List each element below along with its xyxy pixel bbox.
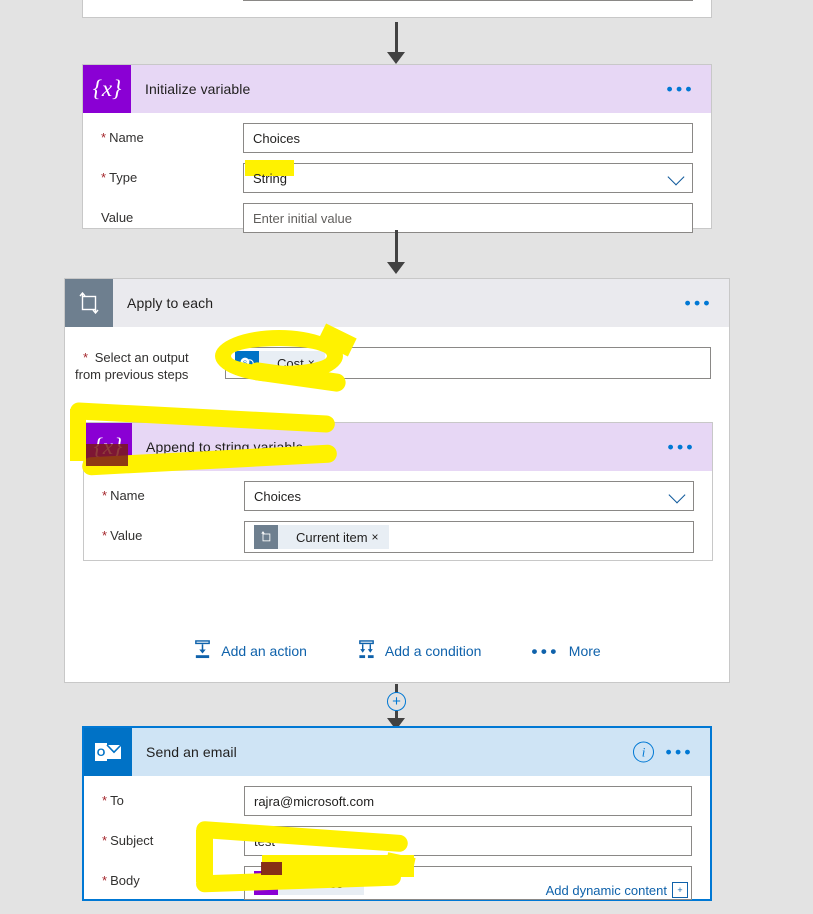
add-step-button[interactable]: + [387, 692, 406, 711]
field-row-append-name: Name Choices [102, 481, 694, 511]
svg-text:O: O [97, 747, 106, 759]
field-label-append-name: Name [102, 481, 244, 504]
fields-append-to-string: Name Choices Value [84, 481, 712, 567]
card-title-append-to-string: Append to string variable [146, 439, 304, 455]
token-current-item-remove[interactable]: × [372, 530, 389, 544]
field-label-select-output-line1: Select an output [94, 350, 189, 365]
add-dynamic-content-label: Add dynamic content [545, 882, 667, 898]
connector-line-2 [395, 230, 398, 265]
card-initialize-variable[interactable]: {x} Initialize variable ••• Name Choices… [82, 64, 712, 233]
flow-designer-canvas: {x} Initialize variable ••• Name Choices… [0, 0, 813, 901]
card-menu-apply-to-each[interactable]: ••• [685, 295, 713, 312]
token-current-item[interactable]: Current item × [254, 525, 389, 549]
token-cost-label: Cost [277, 355, 304, 371]
apply-to-each-action-bar: Add an action Add a condition ••• More [65, 620, 729, 682]
field-row-to: To rajra@microsoft.com [102, 786, 692, 816]
variable-braces-icon: {x} [83, 65, 131, 113]
fields-initialize-variable: Name Choices Type String Value Enter ini… [83, 123, 711, 247]
field-input-subject[interactable]: test [244, 826, 692, 856]
card-append-to-string-variable[interactable]: {x} Append to string variable ••• Name C… [83, 422, 713, 561]
card-header-initialize-variable[interactable]: {x} Initialize variable ••• [83, 65, 711, 113]
card-menu-initialize-variable[interactable]: ••• [667, 81, 695, 98]
add-a-condition-button[interactable]: Add a condition [357, 640, 482, 662]
loop-repeat-icon [65, 279, 113, 327]
field-row-select-output: Select an output from previous steps S C… [75, 347, 711, 383]
field-input-select-output[interactable]: S Cost × [225, 347, 711, 379]
connector-line-1 [395, 22, 398, 55]
field-input-append-name[interactable]: Choices [244, 481, 694, 511]
field-value-append-name: Choices [254, 488, 301, 504]
fields-apply-to-each: Select an output from previous steps S C… [65, 347, 729, 383]
card-apply-to-each[interactable]: Apply to each ••• Select an output from … [64, 278, 730, 683]
svg-text:S: S [243, 360, 248, 367]
field-row-append-value: Value Current item × [102, 521, 694, 553]
field-label-name: Name [101, 123, 243, 146]
token-current-item-label: Current item [296, 529, 368, 545]
more-button[interactable]: ••• More [531, 643, 600, 660]
field-row-value: Value Enter initial value [101, 203, 693, 233]
field-row-name: Name Choices [101, 123, 693, 153]
add-a-condition-label: Add a condition [384, 643, 482, 659]
loop-token-icon [254, 525, 278, 549]
field-label-select-output-line2: from previous steps [75, 367, 189, 382]
add-condition-icon [357, 640, 376, 662]
card-title-send-an-email: Send an email [146, 744, 237, 760]
token-cost[interactable]: S Cost × [235, 351, 325, 375]
add-an-action-label: Add an action [221, 643, 307, 659]
card-header-send-an-email[interactable]: O Send an email i ••• [84, 728, 710, 776]
card-header-apply-to-each[interactable]: Apply to each ••• [65, 279, 729, 327]
add-an-action-button[interactable]: Add an action [193, 640, 307, 662]
field-label-subject: Subject [102, 826, 244, 849]
card-title-initialize-variable: Initialize variable [145, 81, 251, 97]
variable-token-icon: {x} [254, 871, 278, 895]
field-label-value: Value [101, 210, 134, 225]
previous-step-card-partial[interactable] [82, 0, 712, 18]
previous-step-input-partial[interactable] [243, 0, 693, 1]
field-label-body: Body [102, 866, 244, 889]
connector-arrow-2 [387, 262, 405, 274]
card-menu-append-to-string[interactable]: ••• [668, 439, 696, 456]
info-icon[interactable]: i [633, 741, 654, 763]
more-label: More [568, 643, 601, 659]
field-input-value[interactable]: Enter initial value [243, 203, 693, 233]
field-label-select-output: Select an output from previous steps [75, 347, 225, 383]
field-input-to[interactable]: rajra@microsoft.com [244, 786, 692, 816]
field-value-type: String [253, 170, 287, 186]
token-choices-label: Choices [296, 875, 343, 891]
field-row-type: Type String [101, 163, 693, 193]
more-dots-icon: ••• [531, 641, 560, 661]
connector-arrow-1 [387, 52, 405, 64]
field-input-append-value[interactable]: Current item × [244, 521, 694, 553]
chevron-down-icon[interactable] [667, 168, 685, 186]
field-input-type[interactable]: String [243, 163, 693, 193]
card-title-apply-to-each: Apply to each [127, 295, 214, 311]
field-input-name[interactable]: Choices [243, 123, 693, 153]
field-label-append-value: Value [102, 521, 244, 544]
variable-braces-icon: {x} [84, 423, 132, 471]
token-choices[interactable]: {x} Choices × [254, 871, 364, 895]
add-action-icon [193, 640, 212, 662]
field-label-type: Type [101, 163, 243, 186]
chevron-down-icon[interactable] [668, 486, 686, 504]
card-send-an-email[interactable]: O Send an email i ••• To rajra@microsoft… [82, 726, 712, 901]
card-menu-send-an-email[interactable]: ••• [666, 744, 694, 761]
field-row-subject: Subject test [102, 826, 692, 856]
sharepoint-token-icon: S [235, 351, 259, 375]
token-cost-remove[interactable]: × [308, 356, 325, 370]
token-choices-remove[interactable]: × [347, 876, 364, 890]
outlook-icon: O [84, 728, 132, 776]
field-label-to: To [102, 786, 244, 809]
card-header-append-to-string[interactable]: {x} Append to string variable ••• [84, 423, 712, 471]
